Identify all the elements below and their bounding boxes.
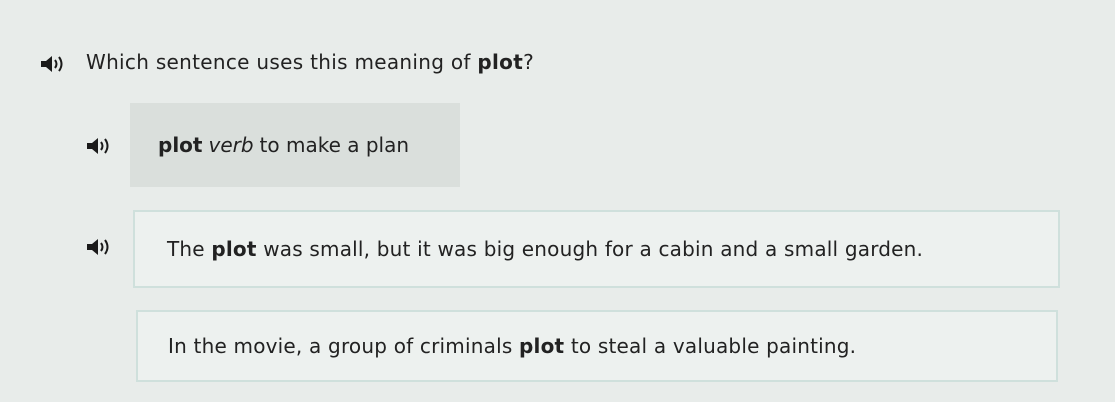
option-2-text: In the movie, a group of criminals plot … bbox=[168, 334, 856, 358]
question-audio-button[interactable] bbox=[38, 52, 68, 76]
option-2-before: In the movie, a group of criminals bbox=[168, 334, 520, 358]
answer-option-1[interactable]: The plot was small, but it was big enoug… bbox=[133, 210, 1060, 288]
definition-audio-button[interactable] bbox=[84, 134, 114, 158]
option-2-keyword: plot bbox=[519, 334, 565, 358]
option-1-text: The plot was small, but it was big enoug… bbox=[167, 237, 923, 261]
question-keyword: plot bbox=[477, 50, 524, 74]
question-text: Which sentence uses this meaning of plot… bbox=[86, 50, 534, 74]
option-1-audio-button[interactable] bbox=[84, 235, 114, 259]
speaker-icon bbox=[41, 56, 63, 72]
speaker-icon bbox=[87, 138, 109, 154]
definition-box: plot verb to make a plan bbox=[130, 103, 460, 187]
answer-option-2[interactable]: In the movie, a group of criminals plot … bbox=[136, 310, 1058, 382]
question-prefix: Which sentence uses this meaning of bbox=[86, 50, 478, 74]
question-suffix: ? bbox=[523, 50, 534, 74]
option-2-after: to steal a valuable painting. bbox=[564, 334, 857, 358]
option-1-before: The bbox=[167, 237, 212, 261]
option-1-keyword: plot bbox=[211, 237, 257, 261]
speaker-icon bbox=[87, 239, 109, 255]
definition-word: plot bbox=[158, 133, 203, 157]
option-1-after: was small, but it was big enough for a c… bbox=[256, 237, 924, 261]
definition-part-of-speech: verb bbox=[208, 133, 254, 157]
definition-meaning: to make a plan bbox=[259, 133, 410, 157]
